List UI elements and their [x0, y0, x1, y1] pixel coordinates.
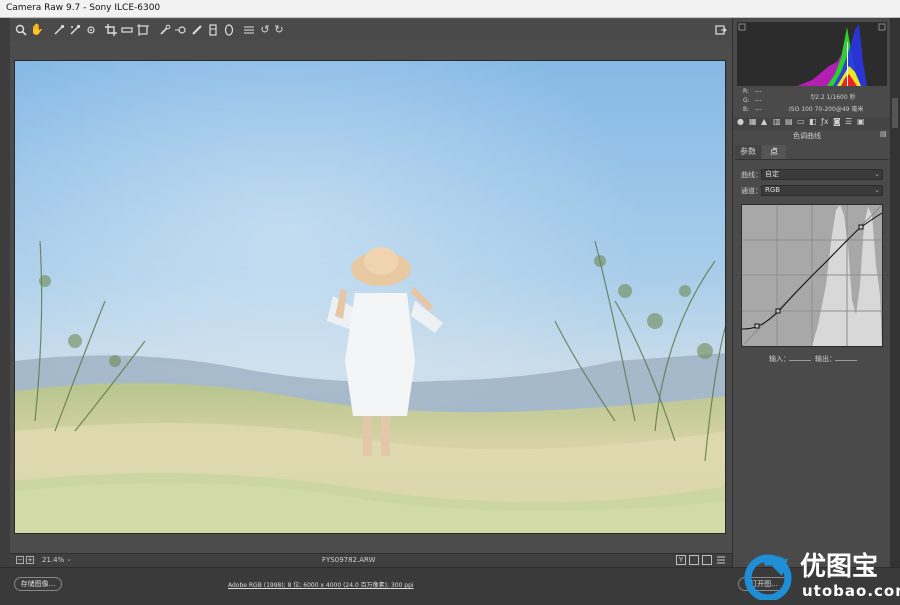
- split-toning-panel-icon[interactable]: ▤: [785, 117, 793, 126]
- crop-tool-icon[interactable]: [104, 23, 118, 37]
- hsl-panel-icon[interactable]: ▥: [773, 117, 781, 126]
- tab-divider: [735, 159, 889, 160]
- status-bar: − + 21.4% ⌄ FYS09782.ARW Y: [10, 553, 732, 567]
- title-bar: Camera Raw 9.7 - Sony ILCE-6300: [0, 0, 900, 18]
- input-label: 输入：: [769, 355, 790, 363]
- white-balance-tool-icon[interactable]: [52, 23, 66, 37]
- curve-label: 曲线：: [741, 171, 762, 179]
- swap-settings-icon[interactable]: [689, 555, 699, 565]
- readout-b-label: B:: [743, 106, 750, 113]
- readout-r-value: ---: [755, 88, 762, 95]
- photo-preview[interactable]: [14, 60, 726, 534]
- channel-label: 通道：: [741, 187, 762, 195]
- tab-parametric[interactable]: 参数: [735, 145, 761, 159]
- tone-curve-panel-icon[interactable]: ▦: [749, 117, 757, 126]
- zoom-in-button[interactable]: +: [26, 556, 34, 564]
- toggle-fullscreen-icon[interactable]: [714, 23, 728, 37]
- detail-panel-icon[interactable]: ▲: [761, 117, 767, 126]
- output-field[interactable]: [835, 360, 857, 361]
- adjustment-brush-icon[interactable]: [190, 23, 204, 37]
- graduated-filter-icon[interactable]: [206, 23, 220, 37]
- save-image-button[interactable]: 存储图像...: [14, 577, 62, 591]
- snapshots-panel-icon[interactable]: ▣: [857, 117, 865, 126]
- zoom-tool-icon[interactable]: [14, 23, 28, 37]
- scrollbar-thumb[interactable]: [892, 98, 898, 128]
- input-field[interactable]: [789, 360, 811, 361]
- effects-panel-icon[interactable]: ƒx: [821, 117, 829, 126]
- toolbar: ✋ ↺ ↻: [10, 18, 732, 42]
- red-eye-tool-icon[interactable]: [174, 23, 188, 37]
- color-sampler-tool-icon[interactable]: [68, 23, 82, 37]
- readout-g-label: G:: [743, 97, 750, 104]
- zoom-out-button[interactable]: −: [16, 556, 24, 564]
- camera-calibration-panel-icon[interactable]: ◙: [833, 117, 841, 126]
- transform-tool-icon[interactable]: [136, 23, 150, 37]
- channel-value: RGB: [765, 186, 781, 194]
- spot-removal-tool-icon[interactable]: [158, 23, 172, 37]
- exposure-info: f/2.2 1/1600 秒: [811, 94, 856, 101]
- lens-info: ISO 100 70-200@49 毫米: [789, 106, 864, 113]
- readout-r-label: R:: [743, 88, 750, 95]
- chevron-down-icon[interactable]: ⌄: [66, 555, 72, 563]
- preferences-icon[interactable]: [242, 23, 256, 37]
- straighten-tool-icon[interactable]: [120, 23, 134, 37]
- watermark-brand: 优图宝: [800, 552, 879, 582]
- rotate-right-icon[interactable]: ↻: [272, 23, 286, 37]
- radial-filter-icon[interactable]: [222, 23, 236, 37]
- channel-select[interactable]: RGB ⌄: [761, 185, 883, 196]
- panel-tabs-bar: ● ▦ ▲ ▥ ▤ ▭ ◧ ƒx ◙ ☰ ▣: [733, 117, 891, 130]
- watermark-url: utobao.com: [802, 582, 900, 600]
- copy-settings-icon[interactable]: [702, 555, 712, 565]
- curve-value: 自定: [765, 170, 779, 178]
- lens-corrections-panel-icon[interactable]: ▭: [797, 117, 805, 126]
- zoom-level[interactable]: 21.4%: [42, 556, 64, 564]
- readout-g-value: ---: [755, 97, 762, 104]
- window-title: Camera Raw 9.7 - Sony ILCE-6300: [6, 3, 161, 13]
- panel-title: 色调曲线: [793, 132, 821, 140]
- hand-tool-icon[interactable]: ✋: [30, 23, 44, 37]
- view-settings-icon[interactable]: [716, 555, 726, 565]
- right-scrollbar[interactable]: [890, 18, 900, 567]
- right-panel: R: --- G: --- B: --- f/2.2 1/1600 秒 ISO …: [732, 18, 891, 567]
- presets-panel-icon[interactable]: ☰: [845, 117, 852, 126]
- rotate-left-icon[interactable]: ↺: [258, 23, 272, 37]
- watermark-logo: [742, 548, 800, 600]
- panel-menu-icon[interactable]: ▤: [880, 130, 887, 138]
- before-after-toggle-icon[interactable]: Y: [676, 555, 686, 565]
- curve-select[interactable]: 自定 ⌄: [761, 169, 883, 180]
- histogram: [737, 22, 887, 86]
- tab-point[interactable]: 点: [762, 145, 786, 159]
- output-label: 输出：: [815, 355, 836, 363]
- basic-panel-icon[interactable]: ●: [737, 117, 744, 126]
- tone-curve-graph[interactable]: [741, 204, 883, 347]
- targeted-adjustment-tool-icon[interactable]: [84, 23, 98, 37]
- workflow-options-link[interactable]: Adobe RGB (1998); 8 位; 6000 x 4000 (24.0…: [228, 580, 414, 589]
- filename: FYS09782.ARW: [322, 556, 376, 564]
- chevron-down-icon: ⌄: [874, 186, 880, 194]
- chevron-down-icon: ⌄: [874, 170, 880, 178]
- transform-panel-icon[interactable]: ◧: [809, 117, 817, 126]
- readout-b-value: ---: [755, 106, 762, 113]
